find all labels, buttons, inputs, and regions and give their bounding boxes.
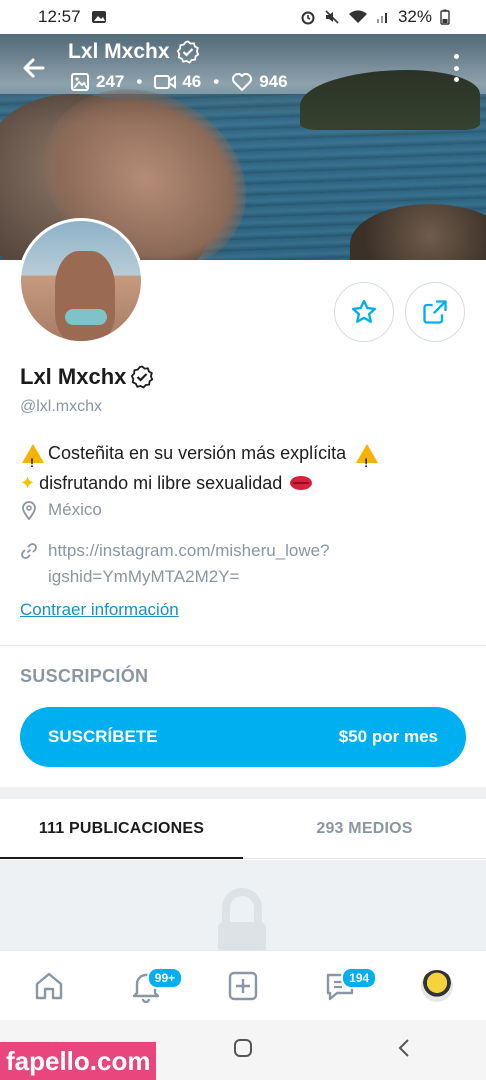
plus-square-icon (228, 971, 258, 1000)
videos-count[interactable]: 46 (154, 72, 201, 92)
bottom-navigation: 99+ 194 (0, 950, 486, 1020)
subscribe-button-label: SUSCRÍBETE (48, 727, 158, 746)
heart-icon (232, 73, 253, 91)
videos-count-value: 46 (182, 72, 202, 91)
share-button[interactable] (405, 282, 465, 342)
photos-count-value: 247 (96, 72, 125, 91)
alarm-icon (300, 9, 316, 25)
nav-notifications[interactable]: 99+ (121, 961, 184, 1011)
link-text-line-2[interactable]: igshid=YmMyMTA2M2Y= (48, 564, 388, 590)
likes-count-value: 946 (259, 72, 288, 91)
subscribe-button[interactable]: SUSCRÍBETE $50 por mes (20, 707, 466, 767)
photos-count[interactable]: 247 (70, 72, 124, 92)
bio-line-1: Costeñita en su versión más explícita (20, 438, 460, 478)
link-text-line-1[interactable]: https://instagram.com/misheru_lowe? (48, 538, 388, 564)
location-text: México (48, 500, 102, 519)
nav-home[interactable] (24, 961, 74, 1011)
user-avatar (421, 969, 454, 1002)
tab-media[interactable]: 293 MEDIOS (243, 799, 486, 858)
status-bar: 12:57 32% (0, 0, 486, 34)
photo-icon (71, 73, 89, 91)
separator-dot: • (213, 72, 220, 91)
bio-line-1-text: Costeñita en su versión más explícita (48, 443, 347, 463)
divider (0, 645, 486, 646)
battery-percent: 32% (397, 7, 432, 26)
subscribe-price: $50 por mes (338, 727, 438, 746)
header-stats: 247 • 46 • 946 (70, 72, 288, 92)
profile-name: Lxl Mxchx (20, 364, 154, 390)
battery-icon (440, 9, 450, 25)
nav-add-post[interactable] (218, 961, 268, 1011)
verified-icon (176, 40, 199, 64)
subscription-title: SUSCRIPCIÓN (20, 666, 149, 686)
nav-messages[interactable]: 194 (315, 961, 378, 1011)
section-gap (0, 787, 486, 799)
profile-name-text: Lxl Mxchx (20, 364, 127, 389)
video-icon (154, 75, 177, 89)
link-icon (21, 543, 37, 559)
star-icon (351, 299, 377, 323)
more-options-button[interactable] (446, 54, 466, 82)
locked-content-area (0, 860, 486, 950)
lips-emoji-icon (290, 476, 313, 490)
signal-icon (376, 10, 390, 24)
share-icon (423, 300, 447, 324)
tab-posts[interactable]: 111 PUBLICACIONES (0, 799, 243, 859)
watermark: fapello.com (0, 1042, 157, 1080)
back-arrow-icon (23, 58, 45, 78)
mute-icon (324, 9, 340, 25)
profile-handle: @lxl.mxchx (20, 398, 103, 415)
separator-dot: • (136, 72, 143, 91)
notifications-badge: 99+ (146, 966, 184, 989)
home-system-button[interactable] (231, 1036, 255, 1065)
profile-bio: Costeñita en su versión más explícita ✦ … (20, 438, 460, 498)
favorite-button[interactable] (334, 282, 394, 342)
collapse-info-link[interactable]: Contraer información (20, 600, 179, 620)
home-icon (35, 972, 62, 999)
gallery-notification-icon (91, 9, 107, 25)
content-tabs: 111 PUBLICACIONES 293 MEDIOS (0, 799, 486, 859)
header-name-text: Lxl Mxchx (68, 40, 170, 63)
warning-emoji-icon (356, 443, 379, 478)
verified-icon (131, 365, 154, 389)
messages-badge: 194 (341, 966, 378, 989)
profile-avatar[interactable] (18, 218, 144, 344)
header-name: Lxl Mxchx (68, 40, 200, 64)
profile-link[interactable]: https://instagram.com/misheru_lowe? igsh… (20, 538, 388, 590)
status-time: 12:57 (38, 7, 81, 26)
likes-count[interactable]: 946 (231, 72, 288, 92)
wifi-icon (348, 9, 368, 25)
profile-location: México (20, 500, 102, 520)
profile-header: Lxl Mxchx 247 • 46 • 946 (0, 38, 486, 98)
chevron-left-icon (398, 1038, 409, 1057)
bio-line-2: ✦ disfrutando mi libre sexualidad (20, 468, 460, 498)
bio-line-2-text: disfrutando mi libre sexualidad (39, 473, 283, 493)
more-vertical-icon (453, 54, 459, 59)
back-system-button[interactable] (393, 1036, 417, 1065)
back-button[interactable] (18, 52, 50, 84)
lock-icon (218, 888, 266, 950)
location-pin-icon (22, 501, 36, 520)
home-circle-icon (234, 1038, 252, 1057)
nav-profile[interactable] (412, 961, 462, 1011)
warning-emoji-icon (22, 443, 44, 478)
